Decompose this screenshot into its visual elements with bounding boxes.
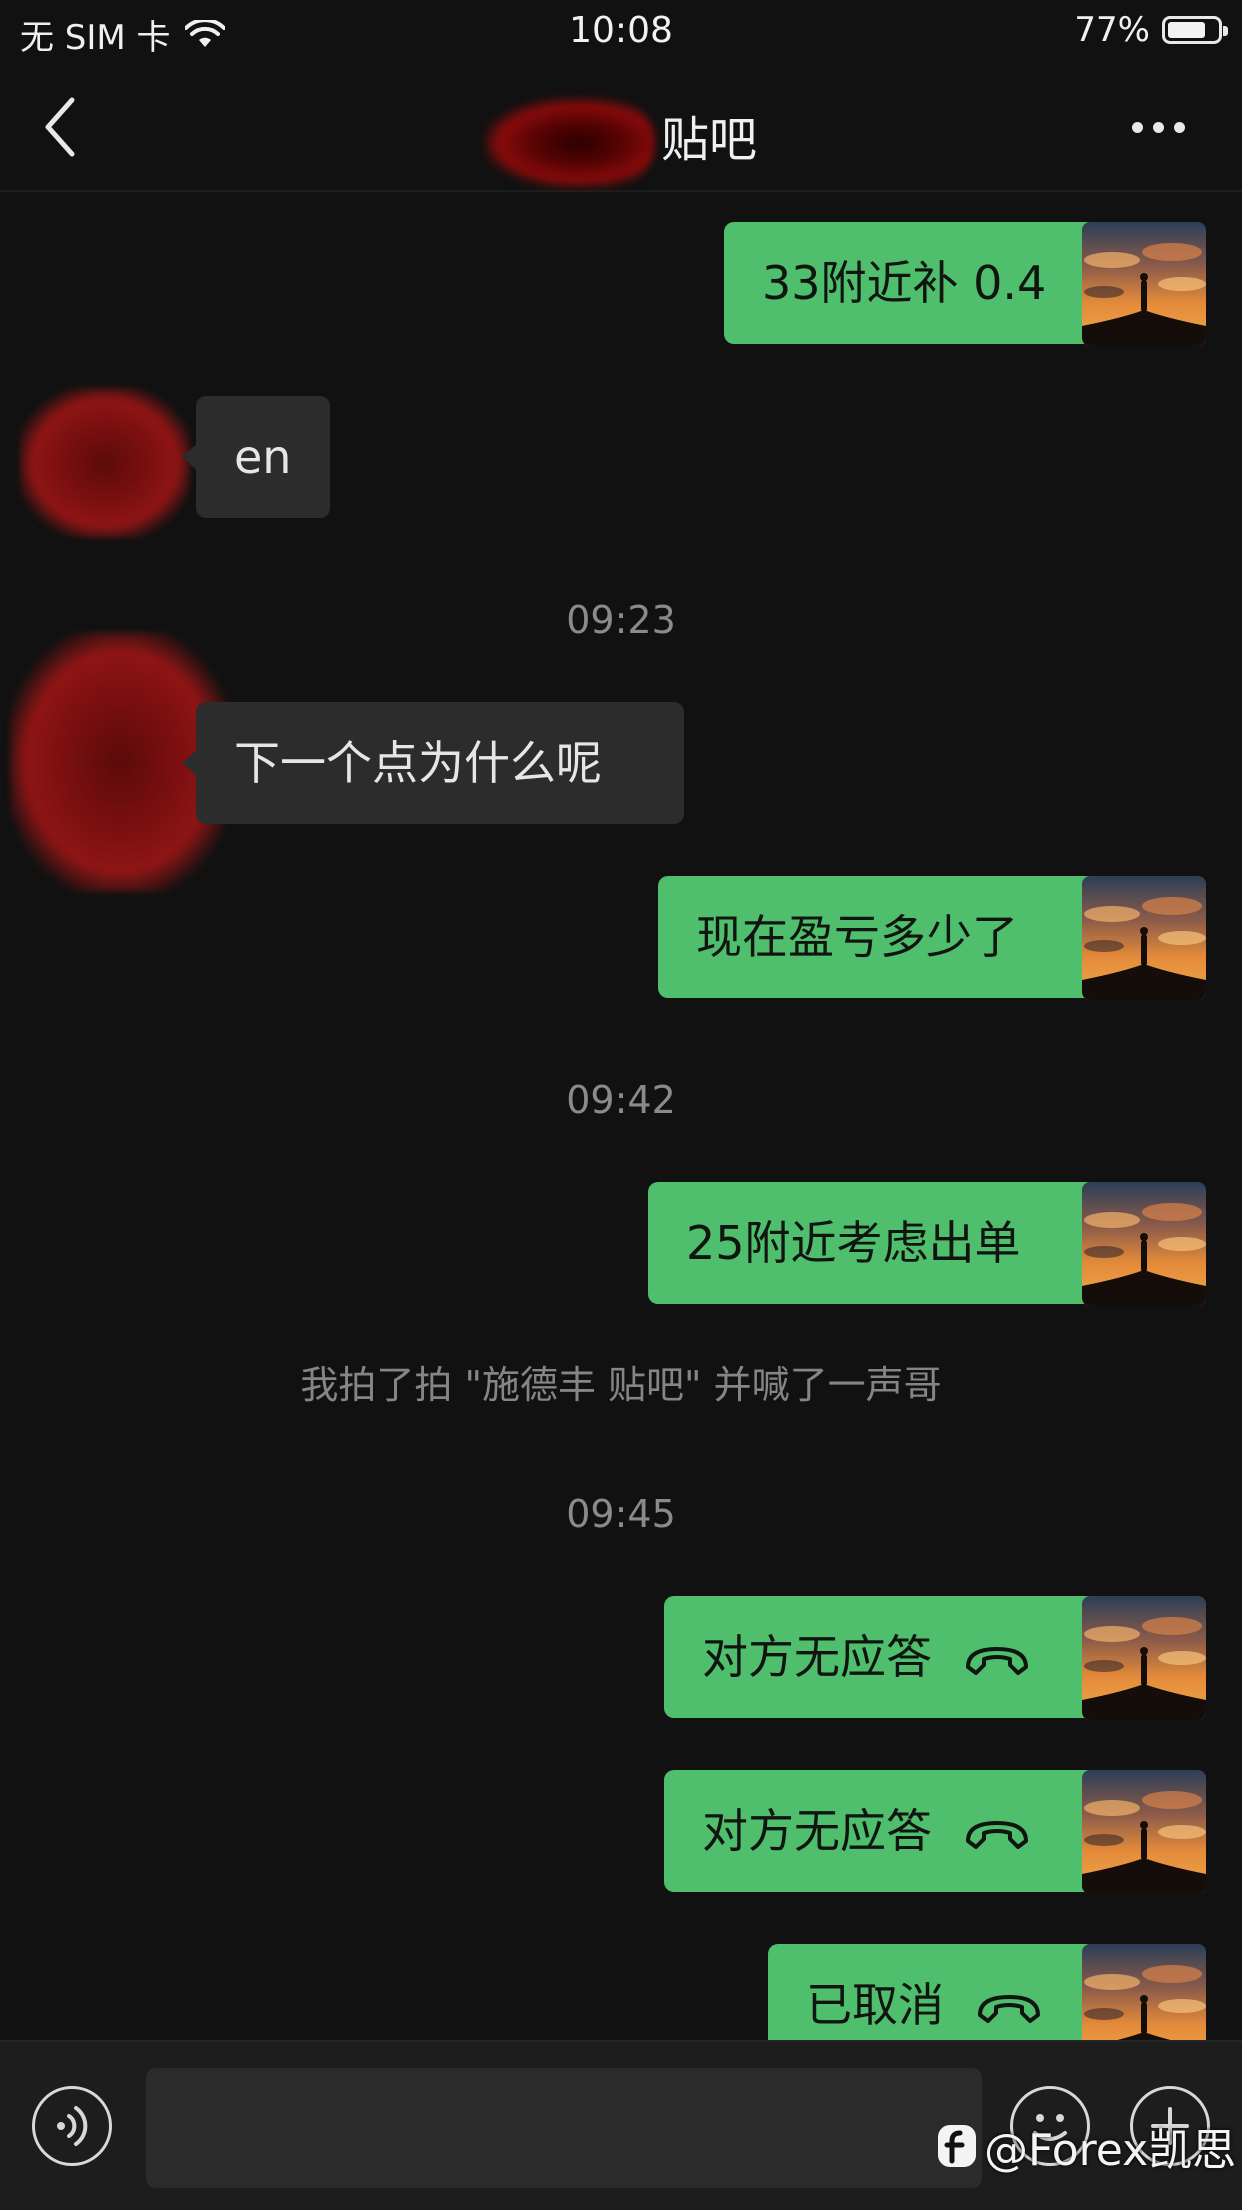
message-bubble-sent[interactable]: 现在盈亏多少了 <box>658 876 1112 998</box>
voice-icon <box>57 2106 88 2146</box>
watermark: @Forex凯思 <box>936 2114 1236 2178</box>
more-dot-icon <box>1132 121 1143 133</box>
battery-tip <box>1223 26 1228 36</box>
call-bubble-sent[interactable]: 已取消 <box>768 1944 1112 2040</box>
battery-percent: 77% <box>1074 10 1150 50</box>
redaction-mark <box>484 98 655 188</box>
message-timestamp: 09:45 <box>566 1492 676 1536</box>
user-avatar[interactable] <box>1082 876 1206 1000</box>
chat-title-text: 贴吧 <box>660 112 757 168</box>
message-input[interactable] <box>146 2068 982 2188</box>
status-bar: 无 SIM 卡 10:08 77% <box>0 0 1242 62</box>
system-message: 我拍了拍 "施德丰 贴吧" 并喊了一声哥 <box>300 1363 942 1407</box>
more-button[interactable] <box>1132 112 1202 142</box>
call-bubble-sent[interactable]: 对方无应答 <box>664 1596 1112 1718</box>
phone-icon <box>978 1994 1040 2023</box>
user-avatar[interactable] <box>1082 222 1206 346</box>
status-time: 10:08 <box>569 10 673 51</box>
watermark-logo-icon <box>938 2125 976 2167</box>
call-status-text: 对方无应答 <box>702 1630 932 1684</box>
message-bubble-sent[interactable]: 33附近补 0.4 <box>724 222 1112 344</box>
message-bubble-received[interactable]: 下一个点为什么呢 <box>182 702 684 824</box>
battery-fill <box>1168 22 1205 38</box>
call-status-text: 已取消 <box>806 1978 944 2032</box>
voice-input-button[interactable] <box>32 2086 112 2166</box>
phone-icon <box>966 1820 1028 1849</box>
more-dot-icon <box>1174 121 1185 133</box>
message-timestamp: 09:42 <box>566 1078 676 1122</box>
contact-avatar[interactable] <box>20 388 190 538</box>
message-bubble-received[interactable]: en <box>182 396 330 518</box>
chat-title: 贴吧 <box>0 98 1242 188</box>
user-avatar[interactable] <box>1082 1944 1206 2040</box>
chat-area[interactable]: 33附近补 0.4 en 09:23 下一个点为什么呢 现在盈亏多少了 09:4… <box>0 192 1242 2040</box>
call-bubble-sent[interactable]: 对方无应答 <box>664 1770 1112 1892</box>
nav-bar: 贴吧 <box>0 62 1242 192</box>
user-avatar[interactable] <box>1082 1182 1206 1306</box>
user-avatar[interactable] <box>1082 1770 1206 1894</box>
call-status-text: 对方无应答 <box>702 1804 932 1858</box>
watermark-text: @Forex凯思 <box>984 2125 1237 2176</box>
more-dot-icon <box>1153 121 1164 133</box>
phone-icon <box>966 1646 1028 1675</box>
message-bubble-sent[interactable]: 25附近考虑出单 <box>648 1182 1112 1304</box>
battery-icon <box>1162 16 1228 44</box>
status-right: 77% <box>1074 10 1228 50</box>
user-avatar[interactable] <box>1082 1596 1206 1720</box>
